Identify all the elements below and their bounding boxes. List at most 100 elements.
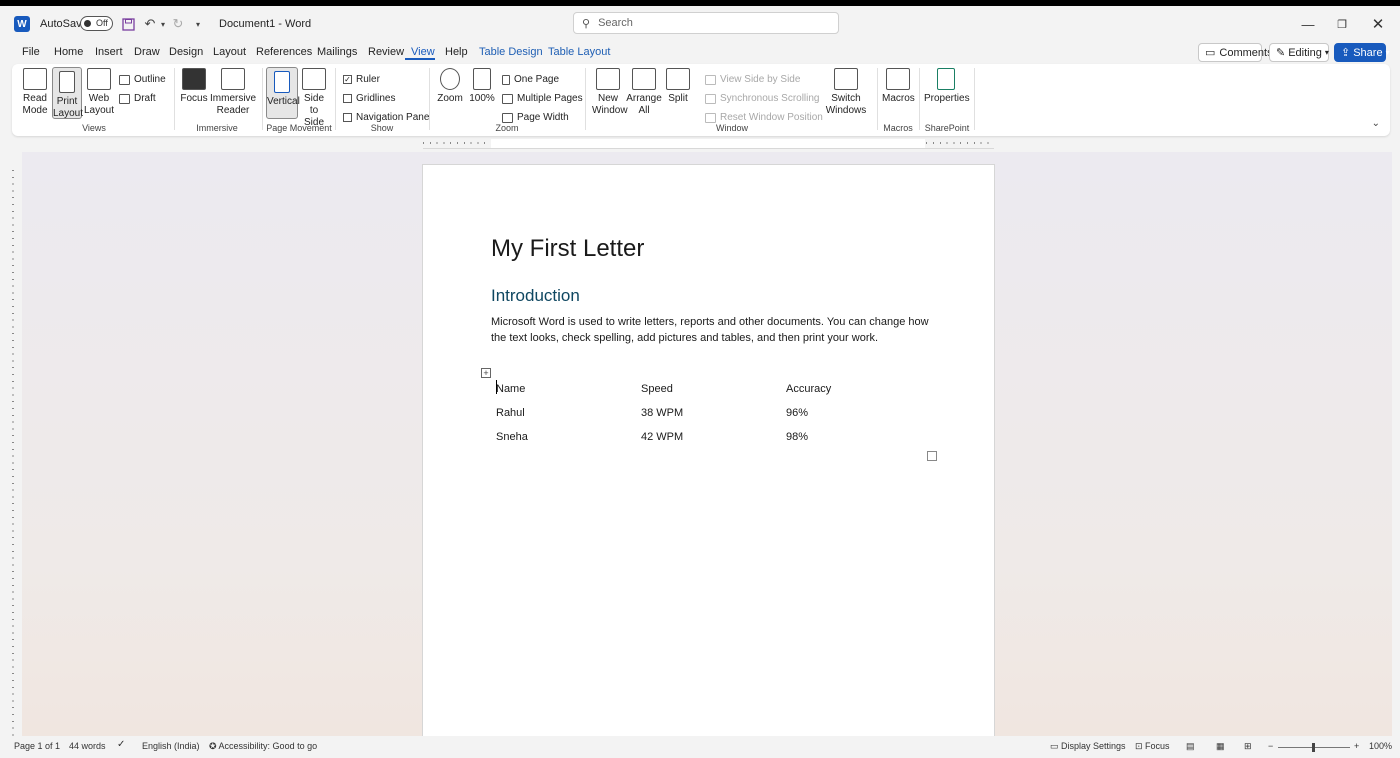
document-title-text[interactable]: My First Letter	[491, 235, 644, 263]
read-mode-icon	[23, 68, 47, 90]
table-cell[interactable]: 42 WPM	[641, 425, 786, 449]
zoom-slider-thumb[interactable]	[1312, 743, 1315, 752]
table-cell[interactable]: Sneha	[496, 425, 641, 449]
new-window-button[interactable]: New Window	[592, 68, 628, 117]
side-by-side-icon	[705, 74, 716, 85]
horizontal-ruler[interactable]	[423, 137, 994, 149]
tab-help[interactable]: Help	[445, 46, 468, 58]
reset-window-position-button[interactable]: Reset Window Position	[705, 112, 823, 123]
editing-button[interactable]: ✎ Editing ▾	[1269, 43, 1329, 62]
table-cell[interactable]: 96%	[786, 401, 931, 425]
focus-button[interactable]: Focus	[180, 68, 208, 105]
web-layout-button[interactable]: Web Layout	[84, 68, 114, 117]
accessibility-icon: ✪	[209, 741, 219, 751]
view-side-by-side-button[interactable]: View Side by Side	[705, 74, 800, 85]
search-box[interactable]: ⚲ Search	[573, 12, 839, 34]
draft-button[interactable]: Draft	[119, 93, 156, 104]
document-table[interactable]: Name Speed Accuracy Rahul 38 WPM 96% Sne…	[496, 377, 931, 449]
tab-draw[interactable]: Draw	[134, 46, 160, 58]
zoom-100-button[interactable]: 100%	[468, 68, 496, 105]
document-paragraph[interactable]: Microsoft Word is used to write letters,…	[491, 314, 931, 346]
table-cell[interactable]: Speed	[641, 377, 786, 401]
tab-file[interactable]: File	[22, 46, 40, 58]
split-button[interactable]: Split	[664, 68, 692, 105]
chevron-down-icon: ▾	[1385, 48, 1390, 57]
autosave-toggle[interactable]: Off	[80, 16, 113, 31]
collapse-ribbon-icon[interactable]: ⌄	[1372, 118, 1380, 129]
arrange-all-button[interactable]: Arrange All	[626, 68, 662, 117]
tab-view[interactable]: View	[411, 46, 435, 58]
page-width-button[interactable]: Page Width	[502, 112, 569, 123]
table-move-handle-icon[interactable]: +	[481, 368, 491, 378]
zoom-level[interactable]: 100%	[1369, 741, 1392, 751]
tab-table-design[interactable]: Table Design	[479, 46, 543, 58]
table-cell[interactable]: Rahul	[496, 401, 641, 425]
vertical-button[interactable]: Vertical	[266, 67, 300, 119]
navigation-pane-checkbox[interactable]: Navigation Pane	[343, 112, 429, 123]
share-button[interactable]: ⇪ Share ▾	[1334, 43, 1390, 62]
multiple-pages-button[interactable]: Multiple Pages	[502, 93, 583, 104]
tab-references[interactable]: References	[256, 46, 312, 58]
new-window-label: New Window	[592, 93, 628, 116]
display-settings-button[interactable]: ▭ Display Settings	[1050, 741, 1126, 752]
tab-table-layout[interactable]: Table Layout	[548, 46, 610, 58]
document-heading[interactable]: Introduction	[491, 286, 580, 306]
print-layout-view-icon[interactable]: ▦	[1216, 741, 1225, 752]
customize-qat-icon[interactable]: ▾	[190, 16, 206, 32]
table-cell[interactable]: 98%	[786, 425, 931, 449]
side-to-side-button[interactable]: Side to Side	[300, 68, 328, 129]
one-page-button[interactable]: One Page	[502, 74, 559, 85]
immersive-reader-button[interactable]: Immersive Reader	[210, 68, 256, 117]
new-window-icon	[596, 68, 620, 90]
zoom-button[interactable]: Zoom	[436, 68, 464, 105]
redo-icon[interactable]: ↻	[170, 16, 186, 32]
read-mode-button[interactable]: Read Mode	[20, 68, 50, 117]
outline-button[interactable]: Outline	[119, 74, 166, 85]
switch-windows-button[interactable]: Switch Windows	[822, 68, 870, 117]
web-layout-view-icon[interactable]: ⊞	[1244, 741, 1252, 752]
restore-button[interactable]: ❐	[1324, 6, 1360, 42]
properties-button[interactable]: Properties	[924, 68, 970, 105]
table-cell[interactable]: Accuracy	[786, 377, 931, 401]
synchronous-scrolling-button[interactable]: Synchronous Scrolling	[705, 93, 820, 104]
tab-mailings[interactable]: Mailings	[317, 46, 357, 58]
tab-insert[interactable]: Insert	[95, 46, 123, 58]
undo-dropdown-icon[interactable]: ▾	[155, 16, 171, 32]
immersive-group-label: Immersive	[196, 123, 238, 133]
navigation-pane-label: Navigation Pane	[356, 112, 430, 123]
zoom-out-icon[interactable]: −	[1268, 741, 1273, 751]
tab-design[interactable]: Design	[169, 46, 203, 58]
properties-label: Properties	[924, 93, 970, 104]
read-mode-view-icon[interactable]: ▤	[1186, 741, 1195, 752]
accessibility-status[interactable]: ✪ Accessibility: Good to go	[209, 741, 317, 752]
page-count[interactable]: Page 1 of 1	[14, 741, 60, 751]
chevron-down-icon: ▾	[1324, 48, 1329, 57]
tab-home[interactable]: Home	[54, 46, 83, 58]
close-button[interactable]: ✕	[1360, 6, 1396, 42]
switch-windows-label: Switch Windows	[825, 93, 867, 116]
tab-review[interactable]: Review	[368, 46, 404, 58]
print-layout-button[interactable]: Print Layout	[52, 67, 83, 119]
table-cell[interactable]: 38 WPM	[641, 401, 786, 425]
zoom-in-icon[interactable]: +	[1354, 741, 1359, 751]
split-icon	[666, 68, 690, 90]
text-cursor	[496, 380, 497, 394]
comments-label: Comments	[1219, 46, 1273, 59]
table-cell[interactable]: Name	[496, 377, 641, 401]
table-row: Name Speed Accuracy	[496, 377, 931, 401]
tab-layout[interactable]: Layout	[213, 46, 246, 58]
table-resize-handle[interactable]	[927, 451, 937, 461]
proofing-icon[interactable]: ✓	[117, 739, 125, 750]
word-count[interactable]: 44 words	[69, 741, 106, 751]
comments-button[interactable]: ▭ Comments	[1198, 43, 1273, 62]
ruler-checkbox[interactable]: ✓ Ruler	[343, 74, 380, 85]
macros-button[interactable]: Macros	[882, 68, 915, 105]
document-page[interactable]: My First Letter Introduction Microsoft W…	[422, 164, 995, 744]
vertical-ruler[interactable]	[8, 170, 18, 740]
focus-mode-button[interactable]: ⊡ Focus	[1135, 741, 1170, 752]
gridlines-checkbox[interactable]: Gridlines	[343, 93, 395, 104]
minimize-button[interactable]: —	[1290, 6, 1326, 42]
page-width-icon	[502, 112, 513, 123]
save-icon[interactable]	[120, 16, 136, 32]
language[interactable]: English (India)	[142, 741, 200, 751]
